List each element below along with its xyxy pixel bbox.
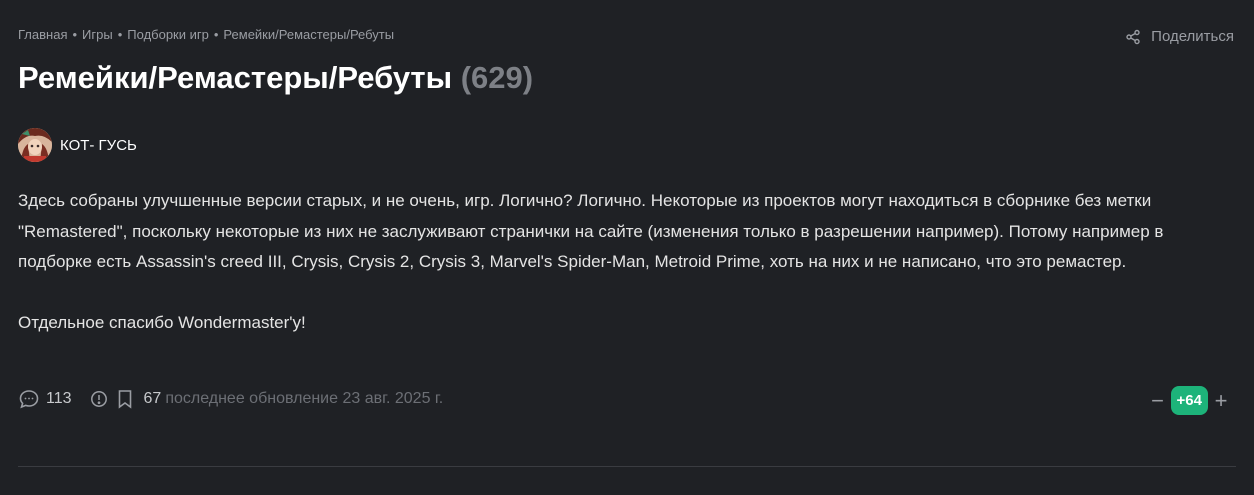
breadcrumb-games[interactable]: Игры [82, 27, 113, 42]
comments-button[interactable]: 113 [18, 388, 72, 410]
downvote-button[interactable]: − [1149, 389, 1167, 412]
breadcrumb-home[interactable]: Главная [18, 27, 67, 42]
page-title-text: Ремейки/Ремастеры/Ребуты [18, 60, 453, 95]
bookmark-icon [118, 390, 131, 409]
upvote-button[interactable]: + [1212, 389, 1230, 412]
author-name: КОТ- ГУСЬ [60, 136, 137, 154]
bookmark-button[interactable]: 67 [116, 389, 162, 409]
collection-description: Здесь собраны улучшенные версии старых, … [18, 186, 1218, 338]
breadcrumb-current[interactable]: Ремейки/Ремастеры/Ребуты [223, 27, 394, 42]
last-updated: последнее обновление 23 авг. 2025 г. [165, 390, 444, 407]
vote-widget: − +64 + [1149, 386, 1230, 415]
description-paragraph: Отдельное спасибо Wondermaster'у! [18, 312, 306, 332]
games-count: (629) [460, 60, 534, 95]
collection-page: Главная • Игры • Подборки игр • Ремейки/… [0, 0, 1254, 495]
breadcrumb-separator: • [72, 27, 78, 42]
description-paragraph: Здесь собраны улучшенные версии старых, … [18, 191, 1164, 271]
report-icon [90, 391, 107, 407]
breadcrumb: Главная • Игры • Подборки игр • Ремейки/… [18, 27, 394, 42]
share-label: Поделиться [1151, 28, 1234, 45]
avatar [18, 128, 52, 162]
page-title: Ремейки/Ремастеры/Ребуты (629) [18, 60, 533, 96]
score-badge: +64 [1170, 386, 1208, 415]
comment-icon [19, 390, 39, 409]
bookmark-count: 67 [143, 390, 162, 407]
breadcrumb-collections[interactable]: Подборки игр [127, 27, 209, 42]
comments-count: 113 [46, 390, 72, 407]
author-link[interactable]: КОТ- ГУСЬ [18, 128, 137, 162]
breadcrumb-separator: • [213, 27, 219, 42]
share-button[interactable]: Поделиться [1125, 28, 1234, 45]
report-button[interactable] [90, 390, 108, 408]
collection-footer: 113 67 последнее обновление 23 авг. 2025… [18, 388, 443, 410]
breadcrumb-separator: • [117, 27, 123, 42]
share-icon [1126, 29, 1140, 44]
divider [18, 466, 1236, 467]
